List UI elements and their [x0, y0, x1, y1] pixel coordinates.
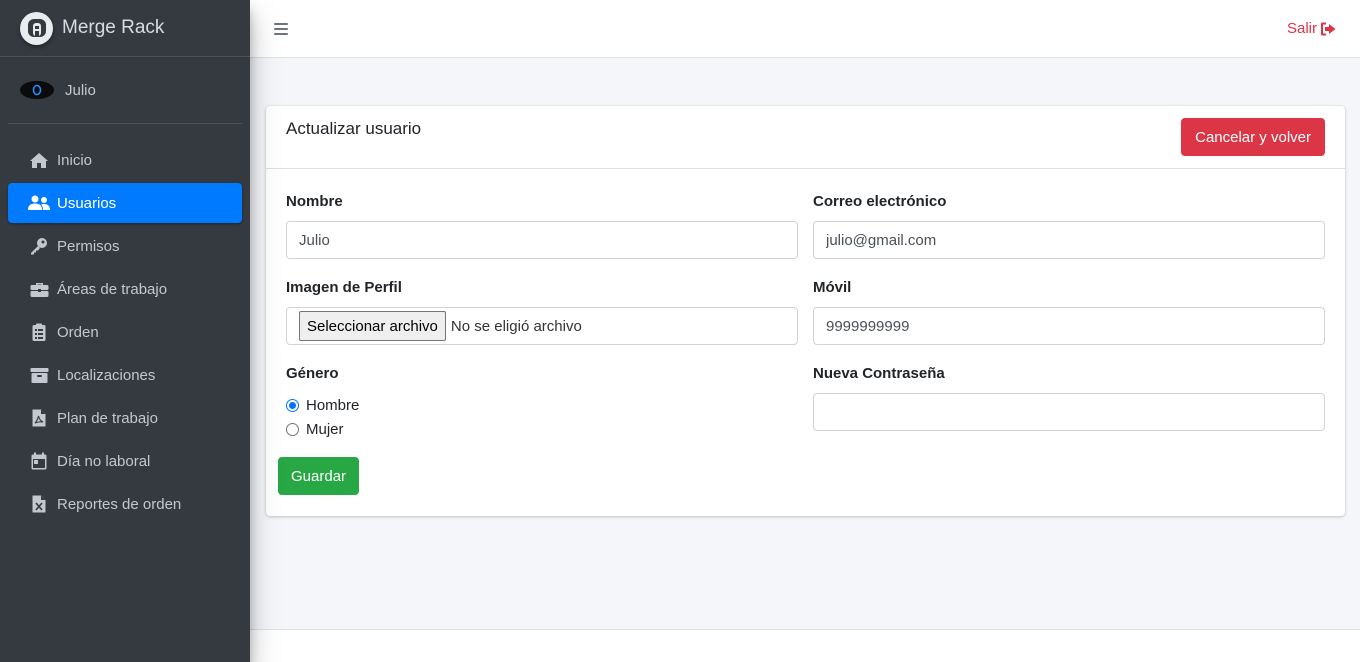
- sidebar-item-label: Reportes de orden: [57, 495, 182, 513]
- sidebar-item-label: Día no laboral: [57, 452, 151, 470]
- radio-hombre-label: Hombre: [306, 397, 360, 414]
- file-status-text: No se eligió archivo: [450, 317, 582, 335]
- top-navbar: Salir: [250, 0, 1360, 58]
- page-footer: [250, 629, 1360, 662]
- sidebar-item-label: Localizaciones: [57, 366, 156, 384]
- email-field[interactable]: [813, 221, 1325, 259]
- correo-label: Correo electrónico: [813, 193, 947, 210]
- radio-mujer[interactable]: Mujer: [286, 421, 344, 438]
- hamburger-menu-icon[interactable]: [274, 22, 288, 35]
- sidebar-item-reportes-de-orden[interactable]: Reportes de orden: [8, 484, 242, 524]
- brand-logo-icon: [20, 11, 53, 45]
- sidebar-item-label: Inicio: [57, 151, 93, 169]
- avatar: [20, 81, 54, 99]
- file-excel-icon: [28, 495, 50, 513]
- key-icon: [28, 237, 50, 255]
- genero-label: Género: [286, 365, 339, 382]
- radio-mujer-control[interactable]: [286, 423, 299, 436]
- choose-file-button[interactable]: Seleccionar archivo: [299, 311, 446, 341]
- sidebar-item-dia-no-laboral[interactable]: Día no laboral: [8, 441, 242, 481]
- brand-link[interactable]: Merge Rack: [0, 0, 250, 57]
- users-icon: [28, 194, 50, 212]
- clipboard-list-icon: [28, 323, 50, 341]
- sidebar-item-plan-de-trabajo[interactable]: Plan de trabajo: [8, 398, 242, 438]
- archive-icon: [28, 366, 50, 384]
- card-header: Actualizar usuario Cancelar y volver: [266, 106, 1345, 169]
- sidebar-item-usuarios[interactable]: Usuarios: [8, 183, 242, 223]
- sidebar-item-orden[interactable]: Orden: [8, 312, 242, 352]
- radio-mujer-label: Mujer: [306, 421, 344, 438]
- nombre-label: Nombre: [286, 193, 343, 210]
- sidebar-item-areas[interactable]: Áreas de trabajo: [8, 269, 242, 309]
- profile-image-file-input[interactable]: Seleccionar archivo No se eligió archivo: [286, 307, 798, 345]
- sidebar: Merge Rack Julio Inicio Usuarios Permiso…: [0, 0, 250, 662]
- briefcase-icon: [28, 280, 50, 298]
- cancel-and-back-button[interactable]: Cancelar y volver: [1181, 118, 1325, 156]
- imagen-perfil-label: Imagen de Perfil: [286, 279, 402, 296]
- sidebar-nav: Inicio Usuarios Permisos Áreas de trabaj…: [0, 124, 250, 524]
- logout-label: Salir: [1286, 20, 1317, 37]
- user-name: Julio: [65, 81, 96, 99]
- brand-name: Merge Rack: [62, 17, 165, 38]
- radio-hombre[interactable]: Hombre: [286, 397, 359, 414]
- sign-out-icon: [1321, 22, 1336, 35]
- sidebar-item-permisos[interactable]: Permisos: [8, 226, 242, 266]
- radio-hombre-control[interactable]: [286, 399, 299, 412]
- sidebar-item-label: Orden: [57, 323, 99, 341]
- sidebar-item-inicio[interactable]: Inicio: [8, 140, 242, 180]
- page-title: Actualizar usuario: [286, 119, 422, 138]
- user-panel[interactable]: Julio: [8, 57, 242, 124]
- sidebar-item-label: Usuarios: [57, 194, 117, 212]
- nombre-input[interactable]: [286, 221, 798, 259]
- nueva-contrasena-label: Nueva Contraseña: [813, 365, 945, 382]
- mobile-field[interactable]: [813, 307, 1325, 345]
- sidebar-item-label: Plan de trabajo: [57, 409, 158, 427]
- file-pdf-icon: [28, 409, 50, 427]
- update-user-card: Actualizar usuario Cancelar y volver Nom…: [266, 106, 1345, 516]
- new-password-field[interactable]: [813, 393, 1325, 431]
- sidebar-item-label: Permisos: [57, 237, 120, 255]
- save-button[interactable]: Guardar: [278, 457, 360, 495]
- logout-link[interactable]: Salir: [1287, 20, 1336, 37]
- sidebar-item-label: Áreas de trabajo: [57, 280, 168, 298]
- movil-label: Móvil: [813, 279, 852, 296]
- calendar-icon: [28, 452, 50, 470]
- home-icon: [28, 151, 50, 169]
- sidebar-item-localizaciones[interactable]: Localizaciones: [8, 355, 242, 395]
